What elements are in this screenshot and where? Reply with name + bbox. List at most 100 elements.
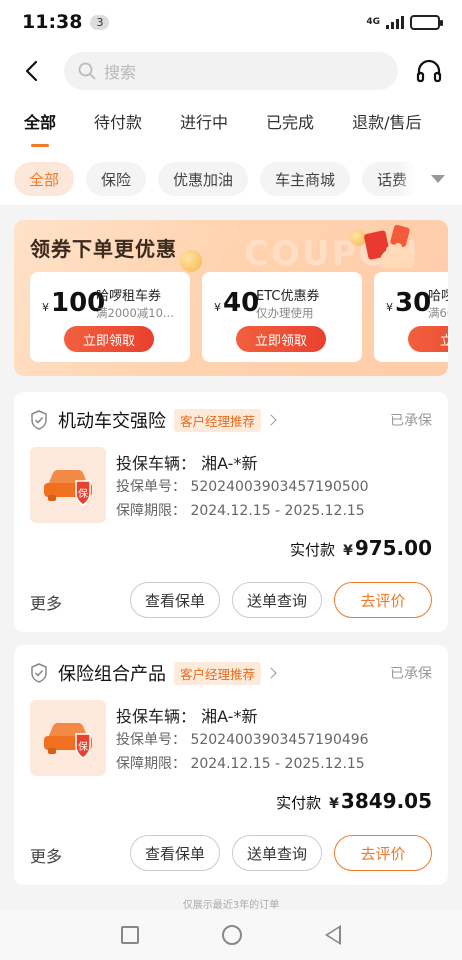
order-actions: 查看保单 送单查询 去评价 [129, 582, 432, 618]
chip-all[interactable]: 全部 [14, 162, 75, 196]
battery-icon [410, 14, 443, 30]
paid-amount: 实付款 ¥ 975.00 [290, 536, 432, 560]
shield-check-icon [31, 410, 47, 430]
tab-in-progress[interactable]: 进行中 [180, 98, 228, 153]
chip-insurance[interactable]: 保险 [86, 162, 147, 196]
chevron-left-icon [25, 60, 38, 82]
claim-coupon-button[interactable]: 立即领取 [64, 326, 154, 352]
order-card-header: 机动车交强险 客户经理推荐 已承保 [30, 406, 432, 434]
coupon-name: 哈啰 [428, 289, 448, 304]
policy-number: 投保单号： 52024003903457190496 [116, 732, 369, 748]
shield-check-icon [31, 663, 47, 683]
paid-label: 实付款 [290, 541, 336, 559]
review-button[interactable]: 去评价 [334, 582, 432, 618]
header: 搜索 [0, 44, 462, 98]
order-actions: 查看保单 送单查询 去评价 [129, 835, 432, 871]
banner-title: 领券下单更优惠 [30, 237, 177, 261]
coupon-amount: ¥ 40 [214, 288, 259, 318]
coupon-card: ¥ 30 哈啰 满60 立即 [374, 272, 448, 362]
customer-service-button[interactable] [412, 51, 446, 91]
paid-label: 实付款 [276, 794, 322, 812]
coupon-name: 哈啰租车券 [96, 289, 162, 304]
paid-currency: ¥ [343, 543, 353, 559]
delivery-query-button[interactable]: 送单查询 [231, 835, 322, 871]
view-policy-button[interactable]: 查看保单 [129, 582, 220, 618]
coupon-desc: 满60 [428, 306, 448, 320]
signal-icon [386, 15, 404, 29]
more-button[interactable]: 更多 [30, 843, 62, 867]
tab-all[interactable]: 全部 [24, 98, 56, 153]
thumb-badge-text: 保 [78, 487, 88, 500]
coupon-value: 40 [223, 288, 260, 318]
coupon-banner: COUPON 领券下单更优惠 ¥ 100 哈啰租车券 满2000减10... 立… [14, 220, 448, 376]
chevron-right-icon [265, 667, 277, 679]
coupon-currency: ¥ [214, 301, 221, 314]
claim-coupon-button[interactable]: 立即领取 [236, 326, 326, 352]
chip-fuel-discount[interactable]: 优惠加油 [158, 162, 249, 196]
car-insurance-thumbnail: 保 [30, 447, 106, 523]
order-status: 已承保 [390, 413, 432, 429]
order-card-header: 保险组合产品 客户经理推荐 已承保 [30, 659, 432, 687]
more-button[interactable]: 更多 [30, 590, 62, 614]
product-name: 机动车交强险 [58, 411, 166, 432]
headset-icon [416, 59, 442, 83]
order-status: 已承保 [390, 666, 432, 682]
coupon-amount: ¥ 30 [386, 288, 431, 318]
manager-recommend-tag[interactable]: 客户经理推荐 [174, 408, 262, 432]
search-input[interactable]: 搜索 [64, 52, 398, 90]
paid-value: 975.00 [354, 536, 432, 560]
insured-vehicle: 投保车辆： 湘A-*新 [116, 707, 258, 726]
search-placeholder: 搜索 [104, 63, 137, 82]
manager-recommend-tag[interactable]: 客户经理推荐 [174, 661, 262, 685]
status-icons: 4G [366, 14, 443, 30]
order-card[interactable]: 机动车交强险 客户经理推荐 已承保 保 投保车辆： 湘A-*新 投保单号： 52… [14, 392, 448, 632]
product-name: 保险组合产品 [58, 664, 166, 685]
coupon-currency: ¥ [42, 301, 49, 314]
paid-amount: 实付款 ¥ 3849.05 [276, 789, 432, 813]
coverage-period: 保障期限： 2024.12.15 - 2025.12.15 [116, 503, 365, 519]
network-type: 4G [366, 16, 380, 27]
policy-number: 投保单号： 52024003903457190500 [116, 479, 369, 495]
car-insurance-icon: 保 [44, 723, 92, 759]
search-icon [78, 62, 96, 80]
tab-completed[interactable]: 已完成 [266, 98, 314, 153]
order-status-tabs: 全部 待付款 进行中 已完成 退款/售后 [0, 98, 462, 153]
coupon-name: ETC优惠券 [256, 289, 320, 304]
caret-down-icon [431, 175, 445, 183]
tab-pending-payment[interactable]: 待付款 [94, 98, 142, 153]
coupon-card: ¥ 100 哈啰租车券 满2000减10... 立即领取 [30, 272, 190, 362]
paid-currency: ¥ [329, 796, 339, 812]
view-policy-button[interactable]: 查看保单 [129, 835, 220, 871]
car-insurance-icon: 保 [44, 470, 92, 506]
chevron-right-icon [265, 414, 277, 426]
coupon-list: ¥ 100 哈啰租车券 满2000减10... 立即领取 ¥ 40 ETC优惠券… [30, 272, 448, 362]
status-bar: 11:38 3 4G [0, 0, 462, 44]
insured-vehicle: 投保车辆： 湘A-*新 [116, 454, 258, 473]
order-card[interactable]: 保险组合产品 客户经理推荐 已承保 保 投保车辆： 湘A-*新 投保单号： 52… [14, 645, 448, 885]
coupon-value: 30 [395, 288, 432, 318]
back-triangle-icon[interactable] [324, 925, 341, 945]
tab-refund-aftersale[interactable]: 退款/售后 [352, 98, 421, 153]
coupon-card: ¥ 40 ETC优惠券 仅办理使用 立即领取 [202, 272, 362, 362]
thumb-badge-text: 保 [78, 740, 88, 753]
coupon-currency: ¥ [386, 301, 393, 314]
delivery-query-button[interactable]: 送单查询 [231, 582, 322, 618]
claim-coupon-button[interactable]: 立即 [408, 326, 448, 352]
expand-chips-button[interactable] [414, 153, 462, 205]
system-navigation-bar [0, 910, 462, 960]
car-insurance-thumbnail: 保 [30, 700, 106, 776]
category-chips: 全部 保险 优惠加油 车主商城 话费 [0, 153, 462, 205]
coverage-period: 保障期限： 2024.12.15 - 2025.12.15 [116, 756, 365, 772]
review-button[interactable]: 去评价 [334, 835, 432, 871]
back-button[interactable] [16, 51, 46, 91]
paid-value: 3849.05 [340, 789, 432, 813]
notification-count-badge: 3 [90, 14, 110, 30]
gift-hand-icon [364, 224, 412, 268]
chip-car-mall[interactable]: 车主商城 [260, 162, 351, 196]
home-icon[interactable] [221, 925, 242, 945]
coin-icon [180, 250, 202, 272]
footer-note: 仅展示最近3年的订单 [182, 900, 280, 911]
coupon-desc: 满2000减10... [96, 306, 174, 320]
coupon-desc: 仅办理使用 [256, 306, 314, 320]
recent-apps-icon[interactable] [121, 926, 140, 944]
